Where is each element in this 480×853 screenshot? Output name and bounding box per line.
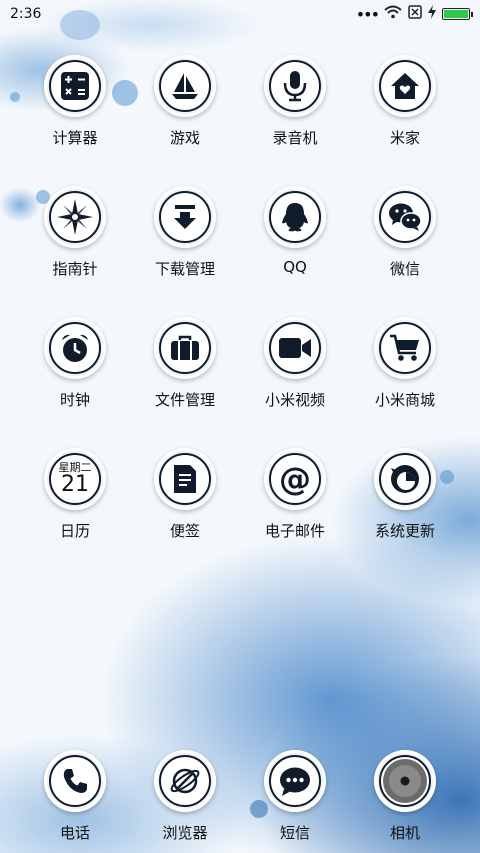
message-bubble-icon	[269, 755, 321, 807]
app-label: 米家	[389, 129, 420, 147]
app-label: 计算器	[52, 129, 98, 147]
app-label: 微信	[389, 260, 420, 278]
app-label: 短信	[279, 824, 310, 842]
app-icon-frame	[154, 186, 216, 248]
app-label: 电话	[59, 824, 90, 842]
app-label: QQ	[283, 258, 307, 276]
app-icon-frame	[374, 55, 436, 117]
browser-globe-icon	[159, 755, 211, 807]
alarm-clock-icon	[49, 322, 101, 374]
app-notes[interactable]: 便签	[130, 448, 240, 548]
app-icon-frame	[264, 186, 326, 248]
update-icon	[379, 453, 431, 505]
calendar-face: 星期二 21	[59, 462, 92, 496]
charging-icon	[428, 5, 436, 23]
compass-icon	[49, 191, 101, 243]
dots-icon: •••	[355, 4, 380, 24]
status-time: 2:36	[10, 6, 42, 22]
at-sign-icon: @	[269, 453, 321, 505]
app-compass[interactable]: 指南针	[20, 186, 130, 286]
microphone-icon	[269, 60, 321, 112]
app-label: 小米视频	[264, 391, 325, 409]
app-label: 电子邮件	[264, 522, 325, 540]
app-mijia[interactable]: 米家	[350, 55, 460, 155]
calculator-icon	[49, 60, 101, 112]
app-label: 录音机	[272, 129, 318, 147]
app-icon-frame: @	[264, 448, 326, 510]
app-label: 指南针	[52, 260, 98, 278]
app-mi-video[interactable]: 小米视频	[240, 317, 350, 417]
app-icon-frame	[154, 55, 216, 117]
app-label: 下载管理	[154, 260, 215, 278]
app-icon-frame	[374, 750, 436, 812]
dock-camera[interactable]: 相机	[350, 750, 460, 850]
app-label: 日历	[59, 522, 90, 540]
app-system-update[interactable]: 系统更新	[350, 448, 460, 548]
app-icon-frame	[374, 448, 436, 510]
app-icon-frame	[264, 317, 326, 379]
sailboat-icon	[159, 60, 211, 112]
app-icon-frame	[44, 186, 106, 248]
app-calendar[interactable]: 星期二 21 日历	[20, 448, 130, 548]
app-calculator[interactable]: 计算器	[20, 55, 130, 155]
video-camera-icon	[269, 322, 321, 374]
app-label: 文件管理	[154, 391, 215, 409]
app-downloads[interactable]: 下载管理	[130, 186, 240, 286]
app-icon-frame	[374, 186, 436, 248]
wifi-icon	[384, 5, 402, 23]
app-files[interactable]: 文件管理	[130, 317, 240, 417]
app-icon-frame	[44, 55, 106, 117]
app-label: 相机	[389, 824, 420, 842]
phone-icon	[49, 755, 101, 807]
battery-icon	[442, 8, 473, 20]
app-label: 系统更新	[374, 522, 435, 540]
app-grid: 计算器 游戏 录音机 米家 指南针 下载管理 QQ 微信 时钟 文件管理 小米视…	[20, 55, 460, 548]
app-label: 浏览器	[162, 824, 208, 842]
app-icon-frame	[44, 750, 106, 812]
note-icon	[159, 453, 211, 505]
dock-browser[interactable]: 浏览器	[130, 750, 240, 850]
calendar-date: 21	[61, 472, 89, 497]
app-icon-frame	[154, 750, 216, 812]
status-bar: 2:36 •••	[0, 0, 480, 28]
penguin-icon	[269, 191, 321, 243]
app-wechat[interactable]: 微信	[350, 186, 460, 286]
app-qq[interactable]: QQ	[240, 186, 350, 286]
app-label: 游戏	[169, 129, 200, 147]
app-mi-store[interactable]: 小米商城	[350, 317, 460, 417]
shopping-cart-icon	[379, 322, 431, 374]
app-icon-frame	[154, 448, 216, 510]
app-icon-frame	[264, 55, 326, 117]
battery-level	[444, 10, 468, 18]
app-games[interactable]: 游戏	[130, 55, 240, 155]
wechat-icon	[379, 191, 431, 243]
sim-off-icon	[408, 5, 422, 23]
app-icon-frame	[374, 317, 436, 379]
app-icon-frame	[44, 317, 106, 379]
app-recorder[interactable]: 录音机	[240, 55, 350, 155]
camera-lens-icon	[379, 755, 431, 807]
app-icon-frame	[154, 317, 216, 379]
calendar-icon: 星期二 21	[49, 453, 101, 505]
dock-phone[interactable]: 电话	[20, 750, 130, 850]
status-icons: •••	[355, 4, 473, 24]
app-label: 便签	[169, 522, 200, 540]
app-label: 小米商城	[374, 391, 435, 409]
app-icon-frame	[264, 750, 326, 812]
home-heart-icon	[379, 60, 431, 112]
download-icon	[159, 191, 211, 243]
app-email[interactable]: @ 电子邮件	[240, 448, 350, 548]
dock-messages[interactable]: 短信	[240, 750, 350, 850]
dock: 电话 浏览器 短信 相机	[20, 750, 460, 850]
app-label: 时钟	[59, 391, 90, 409]
app-icon-frame: 星期二 21	[44, 448, 106, 510]
app-clock[interactable]: 时钟	[20, 317, 130, 417]
briefcase-icon	[159, 322, 211, 374]
